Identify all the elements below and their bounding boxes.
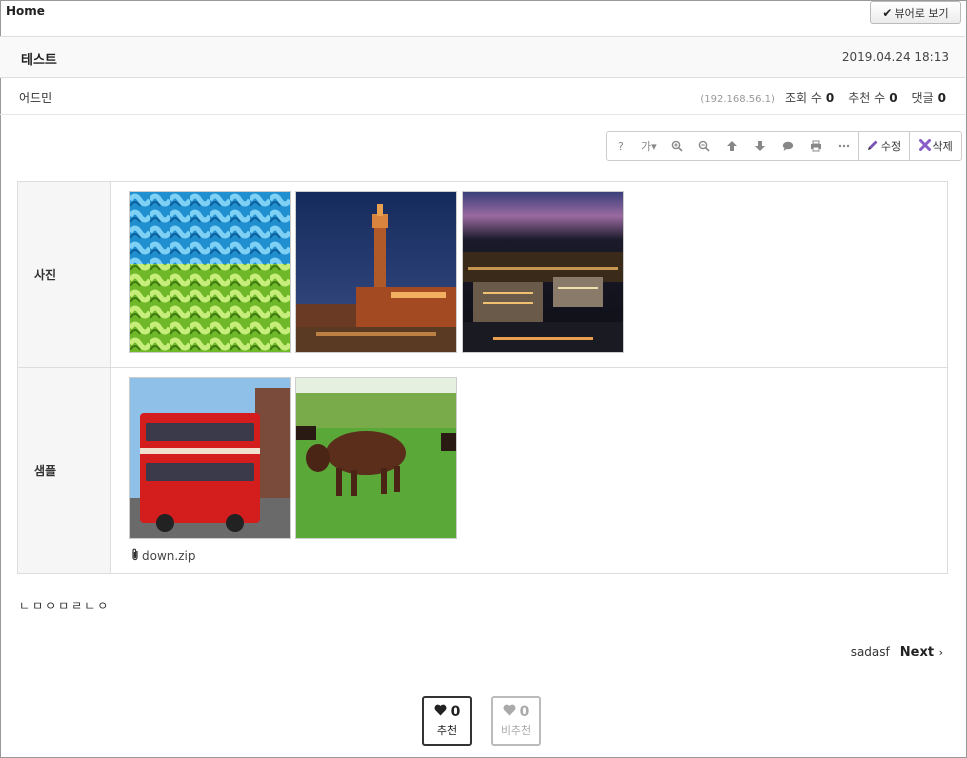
comments-count: 0 [937, 91, 946, 105]
home-link[interactable]: Home [6, 4, 45, 18]
next-post-link[interactable]: Next › [900, 645, 943, 660]
arrow-down-icon[interactable] [746, 132, 774, 160]
edit-button[interactable]: 수정 [857, 132, 910, 160]
delete-label: 삭제 [932, 140, 953, 153]
post-toolbar: ? 가 ▾ 수정 삭제 [606, 131, 962, 161]
paperclip-icon [130, 548, 140, 564]
downvote-label: 비추천 [500, 724, 532, 737]
file-name: down.zip [142, 549, 196, 563]
check-icon: ✔ [882, 5, 893, 20]
post-navigation: sadasf Next › [851, 645, 943, 660]
author-ip: (192.168.56.1) [700, 94, 775, 105]
post-title: 테스트 [21, 53, 57, 68]
more-icon[interactable] [830, 132, 858, 160]
comments-label: 댓글 [911, 91, 934, 105]
print-icon[interactable] [802, 132, 830, 160]
chevron-right-icon: › [938, 646, 943, 659]
views-count: 0 [825, 91, 835, 105]
field-label-photos: 사진 [18, 182, 111, 367]
post-stats: (192.168.56.1) 조회 수 0 추천 수 0 댓글 0 [700, 89, 946, 106]
brown-cow-field-photo[interactable] [295, 377, 457, 539]
city-night-aerial-photo[interactable] [462, 191, 624, 353]
viewer-button-label: 뷰어로 보기 [894, 6, 949, 20]
post-meta-bar: 어드민 (192.168.56.1) 조회 수 0 추천 수 0 댓글 0 [0, 78, 965, 115]
downvote-button[interactable]: 0 비추천 [491, 696, 541, 746]
file-attachment[interactable]: down.zip [130, 548, 195, 564]
post-date: 2019.04.24 18:13 [841, 50, 949, 64]
field-row-photos: 사진 [18, 182, 947, 368]
extra-fields-table: 사진 샘플 down.zip [17, 181, 948, 574]
downvote-count: 0 [519, 704, 530, 720]
next-label: Next [899, 645, 935, 660]
red-double-decker-bus-photo[interactable] [129, 377, 291, 539]
delete-x-icon [918, 138, 931, 154]
zoom-in-icon[interactable] [663, 132, 691, 160]
blue-green-weave-photo[interactable] [129, 191, 291, 353]
likes-label: 추천 수 [848, 91, 886, 105]
zoom-out-icon[interactable] [691, 132, 719, 160]
prev-post-title[interactable]: sadasf [851, 645, 890, 659]
heart-icon [434, 704, 447, 720]
views-label: 조회 수 [784, 91, 822, 105]
upvote-count: 0 [450, 704, 461, 720]
font-size-icon[interactable]: 가 ▾ [635, 132, 663, 160]
field-row-sample: 샘플 down.zip [18, 368, 947, 573]
upvote-button[interactable]: 0 추천 [422, 696, 472, 746]
arrow-up-icon[interactable] [718, 132, 746, 160]
clock-tower-night-photo[interactable] [295, 191, 457, 353]
post-body: ㄴㅁㅇㅁㄹㄴㅇ [19, 599, 111, 613]
viewer-button[interactable]: ✔ 뷰어로 보기 [870, 1, 961, 24]
font-size-label: 가 [640, 140, 652, 153]
pencil-icon [867, 139, 879, 154]
heart-icon [503, 704, 516, 720]
edit-label: 수정 [880, 140, 902, 153]
upvote-label: 추천 [436, 724, 458, 737]
delete-button[interactable]: 삭제 [909, 132, 961, 160]
field-label-sample: 샘플 [18, 368, 111, 573]
likes-count: 0 [889, 91, 898, 105]
comment-icon[interactable] [774, 132, 802, 160]
post-author[interactable]: 어드민 [19, 89, 52, 106]
help-icon[interactable]: ? [607, 132, 635, 160]
post-title-bar: 테스트 2019.04.24 18:13 [0, 36, 965, 78]
